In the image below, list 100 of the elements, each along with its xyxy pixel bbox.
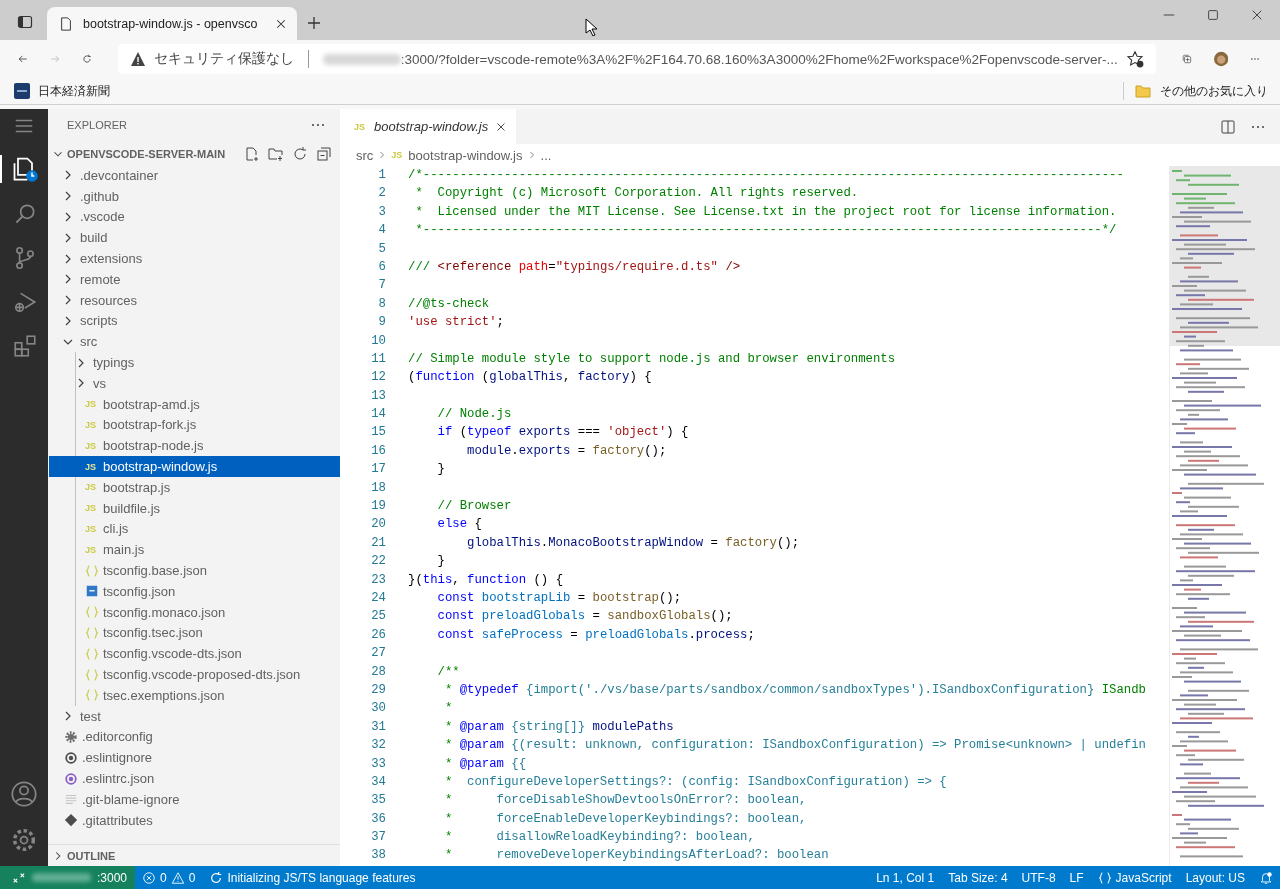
status-item[interactable]: Tab Size: 4 (941, 870, 1015, 885)
split-editor-icon[interactable] (1220, 118, 1236, 135)
collapse-all-icon[interactable] (316, 146, 332, 162)
ring-icon (64, 771, 78, 786)
js-file-icon: JS (85, 440, 99, 451)
folder-tree-item[interactable]: resources (48, 289, 340, 311)
file-tree-item[interactable]: JS main.js (49, 539, 340, 561)
bookmark[interactable]: 日本経済新聞 (14, 82, 110, 100)
status-message[interactable]: Initializing JS/TS language features (202, 870, 423, 885)
add-favorite-icon[interactable] (1125, 50, 1144, 68)
file-tree-item[interactable]: tsconfig.json (49, 580, 340, 602)
account-icon[interactable] (10, 780, 38, 808)
code-line: } (436, 462, 445, 477)
remote-indicator[interactable]: :3000 (0, 866, 135, 889)
status-item[interactable]: Layout: US (1178, 870, 1252, 885)
settings-icon[interactable] (10, 826, 38, 854)
status-item[interactable]: LF (1062, 870, 1091, 885)
editor-tab[interactable]: JS bootstrap-window.js (340, 109, 517, 144)
problems-indicator[interactable]: 0 0 (135, 870, 203, 885)
line-number: 29 (370, 681, 386, 699)
code-line: (function (globalThis, factory) { (408, 370, 652, 385)
status-item[interactable]: Ln 1, Col 1 (869, 870, 942, 885)
code-line: * forceEnableDeveloperKeybindings?: boolean, (443, 811, 807, 826)
folder-header[interactable]: OPENVSCODE-SERVER-MAIN (51, 147, 244, 161)
file-tree-item[interactable]: .git-blame-ignore (48, 788, 340, 810)
files-icon[interactable] (11, 155, 39, 183)
file-tree-item[interactable]: JS bootstrap-window.js (49, 456, 340, 477)
folder-tree-item[interactable]: vs (49, 372, 340, 394)
line-number: 18 (370, 479, 386, 497)
file-tree-item[interactable]: .gitattributes (48, 809, 340, 831)
code-line: * forceDisableShowDevtoolsOnError?: boolean, (443, 793, 807, 808)
braces-icon (1097, 870, 1112, 885)
folder-tree-item[interactable]: .devcontainer (48, 165, 340, 186)
breadcrumb-item[interactable]: src (356, 147, 374, 163)
refresh-icon[interactable] (292, 146, 308, 162)
line-number: 3 (377, 203, 386, 221)
folder-tree-item[interactable]: build (48, 227, 340, 249)
code-line: * (443, 701, 453, 716)
file-tree-item[interactable]: tsconfig.vscode-dts.json (49, 643, 340, 665)
warning-count: 0 (188, 870, 196, 885)
breadcrumb-item[interactable]: ... (540, 147, 552, 163)
code-line: // Simple module style to support node.js and browser environments (408, 351, 896, 366)
file-tree-item[interactable]: tsconfig.base.json (49, 560, 340, 581)
tab-actions-icon[interactable] (17, 14, 33, 30)
js-file-icon: JS (85, 482, 99, 493)
folder-tree-item[interactable]: scripts (48, 310, 340, 332)
file-tree-item[interactable]: .eslintignore (48, 747, 340, 769)
other-favorites[interactable]: その他のお気に入り (1134, 82, 1268, 100)
file-tree-item[interactable]: tsconfig.tsec.json (49, 622, 340, 644)
file-tree-item[interactable]: .eslintrc.json (48, 768, 340, 789)
js-file-icon: JS (354, 121, 368, 132)
line-number: 38 (370, 847, 386, 865)
browser-tab[interactable]: bootstrap-window.js - openvsco (47, 7, 297, 40)
file-tree-item[interactable]: JS bootstrap-amd.js (49, 393, 340, 415)
code-line: // Browser (436, 499, 512, 514)
file-tree-item[interactable]: JS bootstrap.js (49, 476, 340, 498)
folder-tree-item[interactable]: test (48, 705, 340, 727)
file-tree-item[interactable]: tsconfig.vscode-proposed-dts.json (49, 664, 340, 685)
file-tree-item[interactable]: JS bootstrap-fork.js (49, 414, 340, 436)
status-item[interactable]: UTF-8 (1014, 870, 1063, 885)
line-number: 14 (370, 406, 386, 424)
extensions-icon[interactable] (12, 333, 38, 359)
line-number: 4 (377, 222, 386, 240)
line-number: 20 (370, 516, 386, 534)
redacted-blur (31, 873, 91, 882)
code-line: * Copyright (c) Microsoft Corporation. All rights reserved. (414, 186, 859, 201)
file-tree-item[interactable]: tsconfig.monaco.json (49, 601, 340, 623)
line-number: 33 (370, 755, 386, 773)
file-tree-item[interactable]: tsec.exemptions.json (49, 684, 340, 706)
sync-icon (209, 870, 224, 885)
file-tree-item[interactable]: JS buildfile.js (49, 497, 340, 519)
language-mode[interactable]: JavaScript (1090, 870, 1179, 885)
line-number: 26 (370, 626, 386, 644)
folder-tree-item[interactable]: .vscode (48, 206, 340, 228)
address-bar[interactable]: セキュリティ保護なし :3000/?folder=vscode-remote%3A%2F%2F164.70.68.160%3A3000%2Fhome%2Fworkspace%2Fopenvscode-server-... (117, 44, 1156, 74)
line-number: 27 (370, 645, 386, 663)
breadcrumb-item[interactable]: bootstrap-window.js (408, 147, 523, 163)
mouse-pointer-icon (585, 18, 597, 36)
error-count: 0 (160, 870, 167, 885)
maximize-icon[interactable] (1206, 8, 1220, 22)
folder-tree-item[interactable]: typings (49, 352, 340, 373)
line-number: 15 (370, 424, 386, 442)
new-tab-icon[interactable] (306, 15, 322, 31)
close-icon[interactable] (1250, 8, 1264, 22)
code-line: * @param {string[]} modulePaths (443, 719, 674, 734)
security-label: セキュリティ保護なし (153, 50, 294, 68)
folder-tree-item[interactable]: remote (48, 269, 340, 290)
folder-tree-item[interactable]: extensions (48, 248, 340, 269)
folder-tree-item[interactable]: src (48, 331, 340, 353)
line-number: 25 (370, 608, 386, 626)
file-tree-item[interactable]: .editorconfig (48, 726, 340, 748)
folder-tree-item[interactable]: .github (48, 185, 340, 207)
site-icon (14, 83, 30, 99)
new-file-icon[interactable] (244, 146, 260, 162)
close-icon[interactable] (275, 17, 287, 30)
file-tree-item[interactable]: JS bootstrap-node.js (49, 435, 340, 457)
new-folder-icon[interactable] (268, 146, 284, 162)
file-tree-item[interactable]: JS cli.js (49, 518, 340, 540)
line-number: 5 (377, 240, 386, 258)
braces-icon (85, 563, 99, 578)
